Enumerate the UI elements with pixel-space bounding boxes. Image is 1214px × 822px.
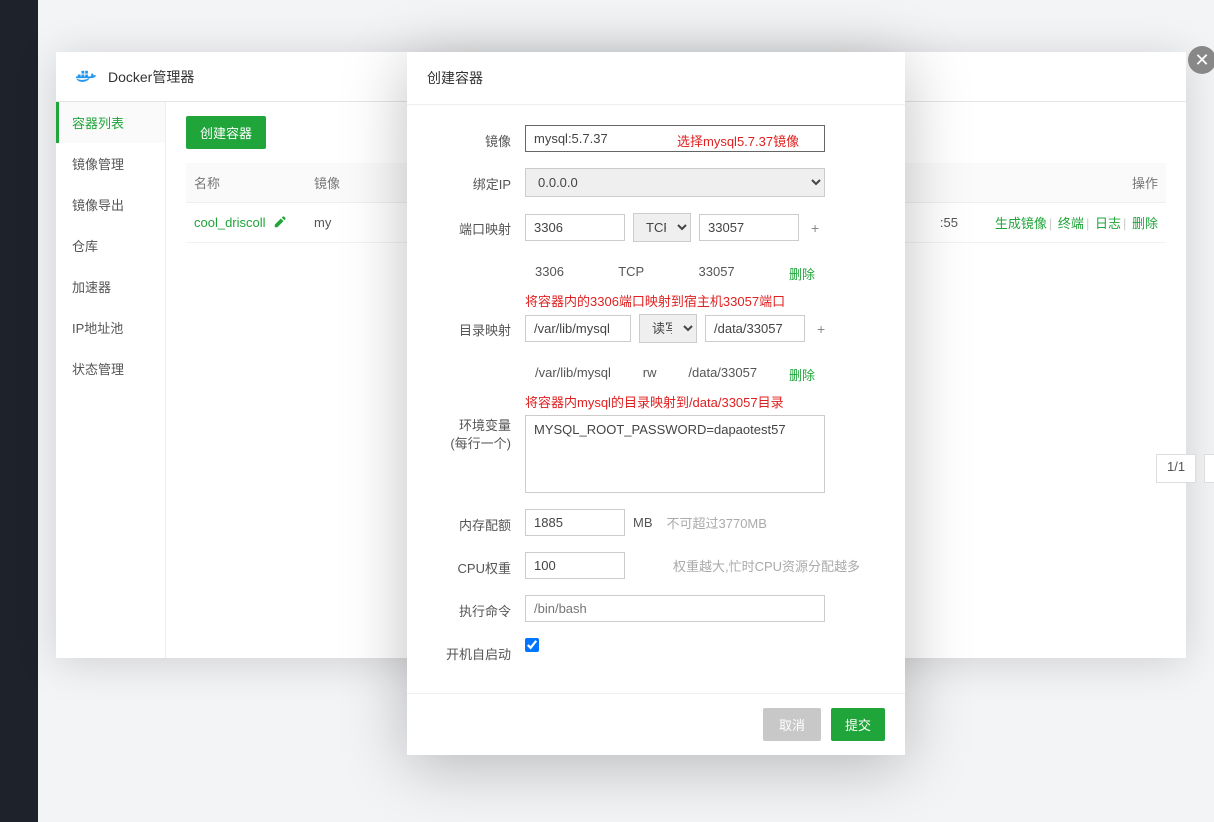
sidebar-item-ippool[interactable]: IP地址池 (56, 307, 165, 348)
op-log[interactable]: 日志 (1095, 216, 1121, 231)
cell-ops: 生成镜像| 终端| 日志| 删除 (966, 203, 1166, 243)
sidebar-item-export[interactable]: 镜像导出 (56, 184, 165, 225)
sidebar-item-status[interactable]: 状态管理 (56, 348, 165, 389)
mem-hint: 不可超过3770MB (667, 513, 767, 532)
docker-icon (76, 69, 98, 85)
sidebar-item-repo[interactable]: 仓库 (56, 225, 165, 266)
op-delete[interactable]: 删除 (1132, 216, 1158, 231)
label-autostart: 开机自启动 (407, 638, 525, 663)
op-terminal[interactable]: 终端 (1058, 216, 1084, 231)
sidebar-item-images[interactable]: 镜像管理 (56, 143, 165, 184)
dir-row-host: /data/33057 (688, 365, 757, 384)
dir-mapped-row: /var/lib/mysql rw /data/33057 删除 (525, 359, 825, 390)
env-textarea[interactable]: MYSQL_ROOT_PASSWORD=dapaotest57 (525, 415, 825, 493)
port-container-input[interactable] (525, 214, 625, 241)
sidebar-item-accel[interactable]: 加速器 (56, 266, 165, 307)
cmd-input[interactable] (525, 595, 825, 622)
th-op: 操作 (966, 163, 1166, 203)
create-container-modal: 创建容器 镜像 选择mysql5.7.37镜像 绑定IP 0.0.0.0 端口映… (407, 52, 905, 755)
dir-host-input[interactable] (705, 315, 805, 342)
label-mem: 内存配额 (407, 509, 525, 534)
dir-row-mode: rw (643, 365, 657, 384)
close-icon[interactable]: ✕ (1188, 46, 1214, 74)
left-rail (0, 0, 38, 822)
annotation-3: 将容器内mysql的目录映射到/data/33057目录 (525, 392, 877, 411)
submit-button[interactable]: 提交 (831, 708, 885, 741)
create-container-button[interactable]: 创建容器 (186, 116, 266, 149)
edit-icon[interactable] (273, 215, 287, 229)
cpu-hint: 权重越大,忙时CPU资源分配越多 (673, 556, 860, 575)
pager-page: 1/1 (1156, 454, 1196, 483)
dir-row-delete[interactable]: 删除 (789, 365, 815, 384)
label-image: 镜像 (407, 125, 525, 150)
annotation-1: 选择mysql5.7.37镜像 (677, 131, 799, 150)
modal-title: 创建容器 (407, 52, 905, 105)
label-env: 环境变量(每行一个) (407, 415, 525, 453)
label-cmd: 执行命令 (407, 595, 525, 620)
label-cpu: CPU权重 (407, 552, 525, 577)
mem-input[interactable] (525, 509, 625, 536)
cpu-input[interactable] (525, 552, 625, 579)
op-genimage[interactable]: 生成镜像 (995, 216, 1047, 231)
modal-footer: 取消 提交 (407, 693, 905, 755)
mem-unit: MB (633, 515, 653, 530)
port-proto-select[interactable]: TCP (633, 213, 691, 242)
autostart-checkbox[interactable] (525, 638, 539, 652)
sidebar-item-containers[interactable]: 容器列表 (56, 102, 165, 143)
dir-container-input[interactable] (525, 315, 631, 342)
port-row-delete[interactable]: 删除 (789, 264, 815, 283)
label-bindip: 绑定IP (407, 168, 525, 193)
port-row-host: 33057 (699, 264, 735, 283)
dir-mode-select[interactable]: 读写 (639, 314, 697, 343)
annotation-2: 将容器内的3306端口映射到宿主机33057端口 (525, 291, 877, 310)
port-host-input[interactable] (699, 214, 799, 241)
port-row-container: 3306 (535, 264, 564, 283)
panel-title: Docker管理器 (108, 67, 194, 87)
dir-add-icon[interactable]: + (817, 321, 825, 337)
port-mapped-row: 3306 TCP 33057 删除 (525, 258, 825, 289)
modal-body: 镜像 选择mysql5.7.37镜像 绑定IP 0.0.0.0 端口映射 TCP… (407, 105, 905, 693)
port-row-proto: TCP (618, 264, 644, 283)
th-name: 名称 (186, 163, 306, 203)
bindip-select[interactable]: 0.0.0.0 (525, 168, 825, 197)
label-portmap: 端口映射 (407, 213, 525, 238)
sidebar: 容器列表 镜像管理 镜像导出 仓库 加速器 IP地址池 状态管理 (56, 102, 166, 658)
pager: 1/1 从 (1156, 454, 1214, 483)
cancel-button[interactable]: 取消 (763, 708, 821, 741)
label-dirmap: 目录映射 (407, 314, 525, 339)
port-add-icon[interactable]: + (811, 220, 819, 236)
dir-row-container: /var/lib/mysql (535, 365, 611, 384)
container-name-link[interactable]: cool_driscoll (194, 215, 266, 230)
pager-from: 从 (1204, 454, 1214, 483)
